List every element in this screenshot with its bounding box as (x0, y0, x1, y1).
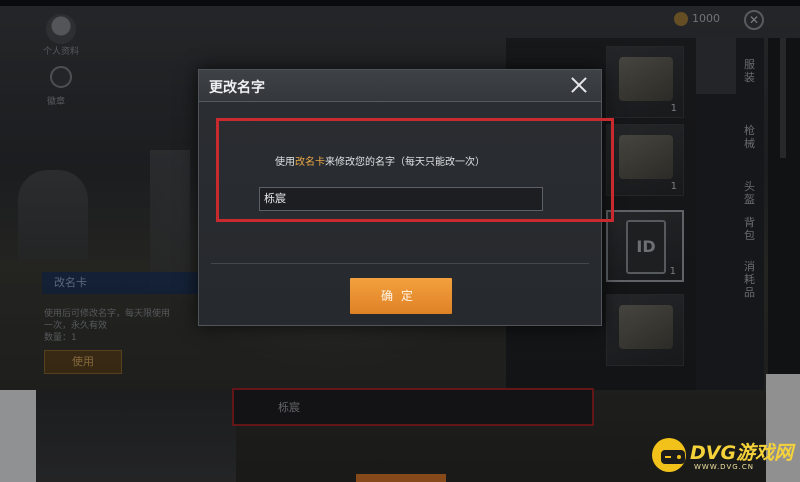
gamepad-icon (652, 438, 686, 472)
dialog-header: 更改名字 (199, 70, 601, 102)
watermark-logo: DVG游戏网 WWW.DVG.CN (648, 436, 798, 476)
confirm-button[interactable]: 确定 (350, 278, 452, 314)
dialog-title: 更改名字 (209, 80, 265, 96)
highlight-annotation (216, 118, 614, 222)
watermark-url: WWW.DVG.CN (694, 463, 755, 471)
gamepad-shape (661, 450, 685, 464)
divider (211, 263, 589, 264)
watermark-brand: DVG游戏网 (690, 442, 794, 464)
close-icon[interactable] (567, 73, 591, 97)
